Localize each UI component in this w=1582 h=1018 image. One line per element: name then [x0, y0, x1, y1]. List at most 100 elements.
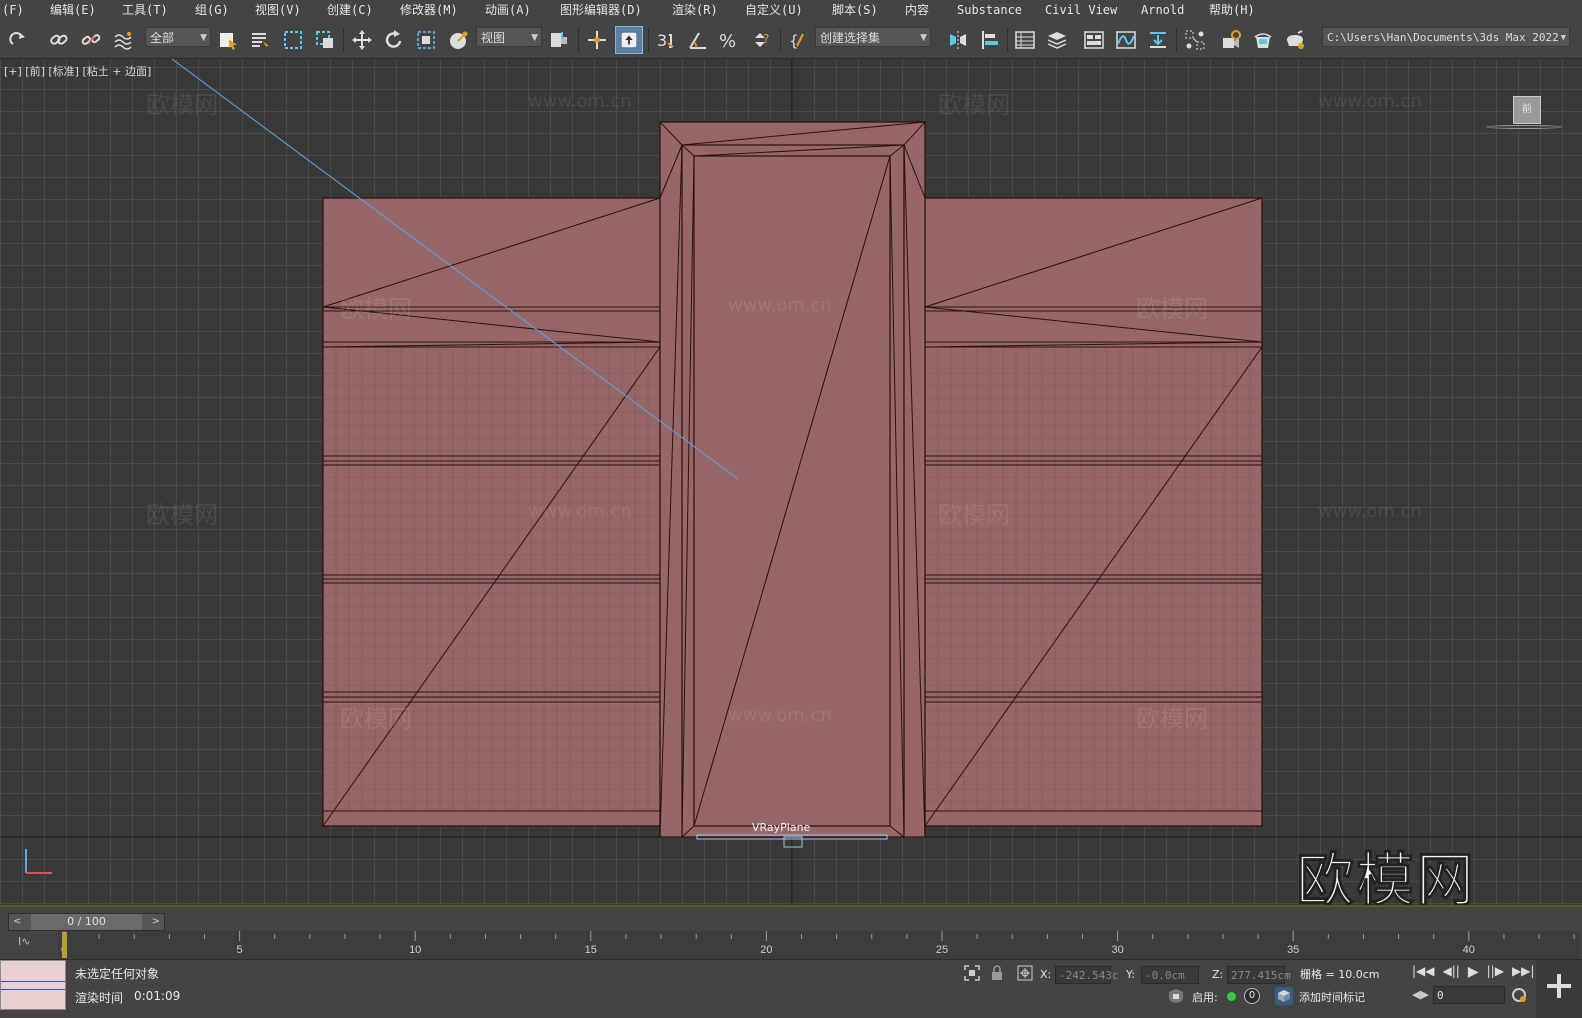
- time-configuration-icon[interactable]: [1511, 987, 1527, 1006]
- menu-create[interactable]: 创建(C): [327, 0, 373, 22]
- menu-arnold[interactable]: Arnold: [1141, 0, 1184, 22]
- viewport-label[interactable]: [+] [前] [标准] [粘土 + 边面]: [4, 63, 151, 79]
- next-frame-icon[interactable]: >: [152, 914, 160, 930]
- menu-substance[interactable]: Substance: [957, 0, 1022, 22]
- curve-editor-icon[interactable]: [1113, 26, 1139, 54]
- select-object-icon[interactable]: [215, 26, 241, 54]
- rendered-frame-window-icon[interactable]: [1250, 26, 1276, 54]
- menu-help[interactable]: 帮助(H): [1209, 0, 1255, 22]
- time-tag-icon[interactable]: [1275, 987, 1293, 1005]
- select-manipulate-icon[interactable]: [584, 26, 610, 54]
- menu-civil-view[interactable]: Civil View: [1045, 0, 1117, 22]
- prev-frame-icon[interactable]: <: [13, 914, 21, 930]
- y-coord-field[interactable]: -0.0cm: [1141, 966, 1199, 984]
- go-to-start-icon[interactable]: |◀◀: [1412, 964, 1435, 980]
- unlink-icon[interactable]: [78, 26, 104, 54]
- x-coord-field[interactable]: -242.543c: [1055, 966, 1119, 984]
- redo-icon[interactable]: [6, 26, 32, 54]
- front-viewport[interactable]: [+] [前] [标准] [粘土 + 边面] 欧模网 www.om.cn 欧模网…: [0, 59, 1582, 905]
- previous-frame-icon[interactable]: ◀||: [1443, 964, 1460, 980]
- placement-icon[interactable]: [445, 26, 471, 54]
- ruler-label: 5: [237, 944, 243, 956]
- current-frame-marker[interactable]: [62, 932, 67, 958]
- svg-text:%: %: [719, 31, 736, 51]
- toggle-ribbon-icon[interactable]: [1081, 26, 1107, 54]
- named-selection-set-dropdown[interactable]: 创建选择集 ▼: [815, 27, 931, 47]
- menu-rendering[interactable]: 渲染(R): [672, 0, 718, 22]
- link-icon[interactable]: [46, 26, 72, 54]
- viewcube-face[interactable]: 前: [1513, 96, 1541, 124]
- maximize-viewport-icon[interactable]: [1543, 970, 1575, 1002]
- scene-explorer-icon[interactable]: [1012, 26, 1038, 54]
- schematic-view-icon[interactable]: [1145, 26, 1171, 54]
- track-bar[interactable]: 0510152025303540455055606570758085: [58, 931, 1580, 959]
- material-editor-icon[interactable]: [1182, 26, 1208, 54]
- menu-graph-editors[interactable]: 图形编辑器(D): [560, 0, 642, 22]
- menu-customize[interactable]: 自定义(U): [745, 0, 803, 22]
- keyboard-shortcut-override-icon[interactable]: [615, 26, 643, 54]
- ruler-label: 25: [936, 944, 948, 956]
- toolbar-separator: [1007, 28, 1008, 52]
- ruler-label: 15: [585, 944, 597, 956]
- menu-bar: (F) 编辑(E) 工具(T) 组(G) 视图(V) 创建(C) 修改器(M) …: [0, 0, 1582, 23]
- adaptive-degradation-icon[interactable]: [1168, 988, 1184, 1007]
- play-icon[interactable]: ▶: [1468, 964, 1479, 980]
- pivot-center-icon[interactable]: [546, 26, 572, 54]
- wall-panel-model[interactable]: [322, 121, 1263, 838]
- selection-filter-dropdown[interactable]: 全部 ▼: [145, 27, 211, 47]
- bind-space-warp-icon[interactable]: [110, 26, 136, 54]
- menu-scripting[interactable]: 脚本(S): [832, 0, 878, 22]
- render-production-icon[interactable]: [1282, 26, 1308, 54]
- toolbar-separator: [1176, 28, 1177, 52]
- track-bar-background: [58, 931, 1580, 959]
- menu-tools[interactable]: 工具(T): [122, 0, 168, 22]
- time-slider-handle[interactable]: 0 / 100: [31, 914, 142, 930]
- angle-snap-icon[interactable]: [685, 26, 711, 54]
- timeline-area: < 0 / 100 > I∿ 0510152025303540455055606…: [0, 905, 1582, 961]
- select-by-name-icon[interactable]: [247, 26, 273, 54]
- viewcube-ring[interactable]: [1486, 125, 1562, 129]
- reference-coordinate-dropdown[interactable]: 视图 ▼: [476, 27, 542, 47]
- render-setup-icon[interactable]: [1218, 26, 1244, 54]
- mirror-icon[interactable]: [945, 26, 971, 54]
- time-config-arrows-icon[interactable]: ◀▶: [1412, 988, 1429, 1001]
- mini-curve-editor-icon[interactable]: I∿: [18, 935, 30, 948]
- project-folder-dropdown[interactable]: C:\Users\Han\Documents\3ds Max 2022 ▼: [1322, 27, 1570, 47]
- rectangular-selection-icon[interactable]: [280, 26, 306, 54]
- scale-icon[interactable]: [413, 26, 439, 54]
- spinner-snap-icon[interactable]: ?: [748, 26, 774, 54]
- current-frame-field[interactable]: 0: [1433, 986, 1505, 1004]
- layer-explorer-icon[interactable]: [1044, 26, 1070, 54]
- next-key-icon[interactable]: ||▶: [1487, 964, 1504, 980]
- move-icon[interactable]: [349, 26, 375, 54]
- absolute-mode-icon[interactable]: [1017, 965, 1033, 984]
- z-coord-field[interactable]: 277.415cm: [1227, 966, 1291, 984]
- viewcube[interactable]: 前: [1486, 93, 1562, 137]
- go-to-end-icon[interactable]: ▶▶|: [1512, 964, 1535, 980]
- menu-content[interactable]: 内容: [905, 0, 929, 22]
- time-slider[interactable]: < 0 / 100 >: [8, 913, 165, 931]
- window-crossing-icon[interactable]: [312, 26, 338, 54]
- edit-named-selection-icon[interactable]: {: [786, 26, 812, 54]
- ruler-label: 30: [1111, 944, 1123, 956]
- add-time-tag-label[interactable]: 添加时间标记: [1299, 989, 1365, 1005]
- menu-edit[interactable]: 编辑(E): [50, 0, 96, 22]
- align-icon[interactable]: [977, 26, 1003, 54]
- toolbar-separator: [780, 28, 781, 52]
- isolate-selection-icon[interactable]: [964, 965, 980, 984]
- enable-count-badge[interactable]: 0: [1244, 988, 1260, 1004]
- menu-file[interactable]: (F): [2, 0, 24, 22]
- menu-views[interactable]: 视图(V): [255, 0, 301, 22]
- menu-modifiers[interactable]: 修改器(M): [400, 0, 458, 22]
- selection-status: 未选定任何对象: [75, 967, 160, 981]
- playback-controls: |◀◀ ◀|| ▶ ||▶ ▶▶|: [1412, 964, 1534, 980]
- menu-animation[interactable]: 动画(A): [485, 0, 531, 22]
- lock-icon[interactable]: [990, 965, 1004, 984]
- status-indicator-icon: [1227, 992, 1236, 1001]
- maxscript-listener-mini[interactable]: [0, 960, 66, 1010]
- snaps-toggle-icon[interactable]: 3: [653, 26, 679, 54]
- percent-snap-icon[interactable]: %: [716, 26, 742, 54]
- menu-group[interactable]: 组(G): [195, 0, 229, 22]
- viewport-navigation-panel: [1536, 960, 1582, 1018]
- rotate-icon[interactable]: [381, 26, 407, 54]
